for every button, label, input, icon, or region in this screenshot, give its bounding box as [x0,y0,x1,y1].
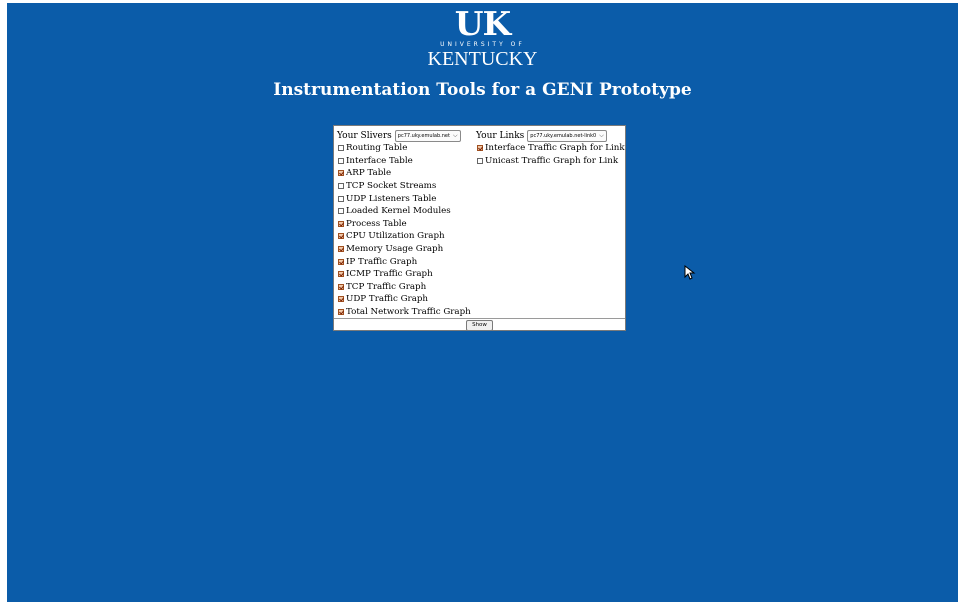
sliver-checkbox[interactable] [338,208,344,215]
sliver-checkbox[interactable] [338,233,344,240]
show-row: Show [334,318,625,331]
sliver-option-label: Interface Table [346,155,413,166]
page-title: Instrumentation Tools for a GENI Prototy… [273,80,692,100]
sliver-checkbox[interactable] [338,271,344,278]
logo-uk-text: UK [454,4,511,43]
sliver-option[interactable]: Interface Table [337,155,475,168]
sliver-select-value: pc77.uky.emulab.net [397,132,450,139]
link-checkbox[interactable] [477,145,483,152]
sliver-option[interactable]: Routing Table [337,142,475,155]
sliver-options-list: Routing Table Interface Table ARP Table TCP… [337,142,475,318]
sliver-checkbox[interactable] [338,157,344,164]
sliver-option[interactable]: UDP Traffic Graph [337,293,475,306]
sliver-checkbox[interactable] [338,170,344,177]
sliver-option-label: ARP Table [346,168,392,179]
sliver-checkbox[interactable] [338,283,344,290]
sliver-option-label: TCP Socket Streams [346,181,437,192]
sliver-checkbox[interactable] [338,220,344,227]
logo-kentucky-text: KENTUCKY [427,48,538,70]
link-options-list: Interface Traffic Graph for Link Unicast … [476,142,625,168]
sliver-option[interactable]: ARP Table [337,167,475,180]
slivers-label: Your Slivers [337,130,392,141]
instrumentation-form: Your Slivers pc77.uky.emulab.net ⌵ Routi… [333,125,626,331]
sliver-option-label: UDP Traffic Graph [346,294,429,305]
sliver-checkbox[interactable] [338,309,344,316]
sliver-checkbox[interactable] [338,145,344,152]
mouse-cursor-icon [684,265,696,280]
sliver-option[interactable]: TCP Traffic Graph [337,281,475,294]
links-header: Your Links pc77.uky.emulab.net-link0 ⌵ [476,129,624,142]
sliver-option-label: Routing Table [346,143,408,154]
sliver-option-label: ICMP Traffic Graph [346,269,433,280]
sliver-option[interactable]: Process Table [337,218,475,231]
link-select-value: pc77.uky.emulab.net-link0 [530,132,597,139]
link-option-label: Unicast Traffic Graph for Link [485,155,619,166]
sliver-option-label: Process Table [346,218,407,229]
sliver-option-label: Loaded Kernel Modules [346,206,451,217]
sliver-option[interactable]: TCP Socket Streams [337,180,475,193]
link-option[interactable]: Unicast Traffic Graph for Link [476,155,624,168]
sliver-checkbox[interactable] [338,258,344,265]
slivers-header: Your Slivers pc77.uky.emulab.net ⌵ [337,129,475,142]
sliver-option[interactable]: IP Traffic Graph [337,255,475,268]
show-button[interactable]: Show [466,319,493,331]
link-checkbox[interactable] [477,157,483,164]
slivers-column: Your Slivers pc77.uky.emulab.net ⌵ Routi… [337,129,475,318]
sliver-option[interactable]: Loaded Kernel Modules [337,205,475,218]
links-column: Your Links pc77.uky.emulab.net-link0 ⌵ I… [476,129,625,168]
sliver-option-label: Memory Usage Graph [346,244,444,255]
sliver-checkbox[interactable] [338,296,344,303]
sliver-option-label: Total Network Traffic Graph [346,307,471,318]
chevron-down-icon: ⌵ [599,131,604,139]
sliver-option[interactable]: CPU Utilization Graph [337,230,475,243]
sliver-option-label: TCP Traffic Graph [346,281,427,292]
sliver-checkbox[interactable] [338,183,344,190]
sliver-option[interactable]: Memory Usage Graph [337,243,475,256]
uk-logo: UK UNIVERSITY OF KENTUCKY [7,4,958,70]
sliver-option[interactable]: ICMP Traffic Graph [337,268,475,281]
sliver-option-label: IP Traffic Graph [346,256,418,267]
sliver-option[interactable]: UDP Listeners Table [337,192,475,205]
sliver-option[interactable]: Total Network Traffic Graph [337,306,475,319]
link-option-label: Interface Traffic Graph for Link [485,143,625,154]
sliver-option-label: UDP Listeners Table [346,193,437,204]
chevron-down-icon: ⌵ [452,131,458,139]
sliver-checkbox[interactable] [338,246,344,253]
sliver-checkbox[interactable] [338,195,344,202]
links-label: Your Links [476,130,525,141]
sliver-option-label: CPU Utilization Graph [346,231,445,242]
link-select[interactable]: pc77.uky.emulab.net-link0 ⌵ [527,129,607,142]
link-option[interactable]: Interface Traffic Graph for Link [476,142,625,155]
sliver-select[interactable]: pc77.uky.emulab.net ⌵ [394,129,461,142]
